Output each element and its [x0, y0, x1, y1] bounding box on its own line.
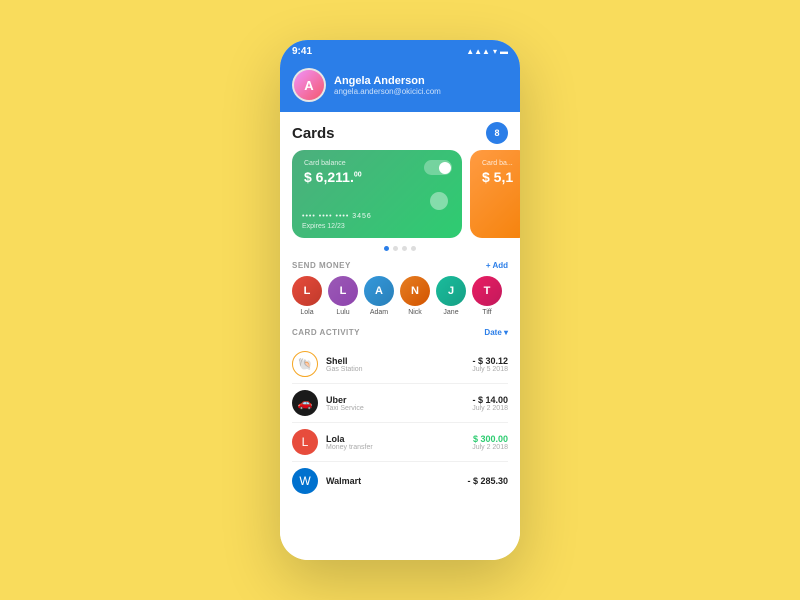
- contact-adam[interactable]: A Adam: [364, 276, 394, 316]
- header-email: angela.anderson@okicici.com: [334, 87, 441, 96]
- contact-avatar: N: [400, 276, 430, 306]
- transaction-row[interactable]: 🐚 Shell Gas Station - $ 30.12 July 5 201…: [280, 345, 520, 383]
- contact-avatar: L: [328, 276, 358, 306]
- contact-avatar: L: [292, 276, 322, 306]
- tx-name: Lola: [326, 434, 464, 444]
- cards-badge[interactable]: 8: [486, 122, 508, 144]
- tx-sub: Taxi Service: [326, 405, 464, 412]
- tx-amount: - $ 30.12: [472, 356, 508, 366]
- avatar-initial: A: [304, 78, 313, 93]
- avatar: A: [292, 68, 326, 102]
- send-money-header: SEND MONEY + Add: [280, 257, 520, 276]
- contact-lola[interactable]: L Lola: [292, 276, 322, 316]
- phone-frame: 9:41 ▲▲▲ ▾ ▬ A Angela Anderson angela.an…: [280, 40, 520, 560]
- contact-tiff[interactable]: T Tiff: [472, 276, 502, 316]
- transaction-row[interactable]: W Walmart - $ 285.30: [280, 462, 520, 500]
- activity-header: CARD ACTIVITY Date ▾: [280, 326, 520, 345]
- contact-avatar: J: [436, 276, 466, 306]
- dot-4: [411, 246, 416, 251]
- cards-title: Cards: [292, 125, 335, 142]
- tx-amount: - $ 14.00: [472, 395, 508, 405]
- tx-info: Walmart: [326, 476, 459, 486]
- battery-icon: ▬: [500, 47, 508, 56]
- contact-avatar: T: [472, 276, 502, 306]
- dot-3: [402, 246, 407, 251]
- tx-right: - $ 285.30: [467, 476, 508, 486]
- card-toggle[interactable]: [424, 160, 452, 175]
- tx-right: - $ 14.00 July 2 2018: [472, 395, 508, 412]
- tx-info: Shell Gas Station: [326, 356, 464, 373]
- tx-name: Uber: [326, 395, 464, 405]
- card-balance-amount-2: $ 5,1: [482, 169, 518, 185]
- header-info: Angela Anderson angela.anderson@okicici.…: [334, 75, 441, 96]
- tx-info: Uber Taxi Service: [326, 395, 464, 412]
- contact-name: Tiff: [482, 309, 491, 316]
- contact-jane[interactable]: J Jane: [436, 276, 466, 316]
- tx-sub: Money transfer: [326, 444, 464, 451]
- tx-name: Walmart: [326, 476, 459, 486]
- status-bar: 9:41 ▲▲▲ ▾ ▬: [280, 40, 520, 62]
- credit-card-green[interactable]: Card balance $ 6,211.00 •••• •••• •••• 3…: [292, 150, 462, 238]
- contact-name: Jane: [443, 309, 458, 316]
- contact-name: Lola: [300, 309, 313, 316]
- add-contact-link[interactable]: + Add: [486, 261, 508, 270]
- tx-icon-walmart: W: [292, 468, 318, 494]
- signal-icon: ▲▲▲: [466, 47, 490, 56]
- contact-name: Nick: [408, 309, 422, 316]
- cards-section-header: Cards 8: [280, 112, 520, 150]
- tx-date: July 2 2018: [472, 405, 508, 412]
- status-time: 9:41: [292, 46, 312, 57]
- card-carousel[interactable]: Card balance $ 6,211.00 •••• •••• •••• 3…: [280, 150, 520, 238]
- tx-amount: $ 300.00: [473, 434, 508, 444]
- contact-nick[interactable]: N Nick: [400, 276, 430, 316]
- contact-avatar: A: [364, 276, 394, 306]
- tx-sub: Gas Station: [326, 366, 464, 373]
- header-name: Angela Anderson: [334, 75, 441, 87]
- tx-info: Lola Money transfer: [326, 434, 464, 451]
- carousel-dots: [280, 238, 520, 257]
- tx-date: July 5 2018: [472, 366, 508, 373]
- tx-amount: - $ 285.30: [467, 476, 508, 486]
- contact-lulu[interactable]: L Lulu: [328, 276, 358, 316]
- tx-icon-lola: L: [292, 429, 318, 455]
- status-icons: ▲▲▲ ▾ ▬: [466, 47, 508, 56]
- date-filter[interactable]: Date ▾: [484, 328, 508, 337]
- transactions-list: 🐚 Shell Gas Station - $ 30.12 July 5 201…: [280, 345, 520, 500]
- send-money-label: SEND MONEY: [292, 261, 351, 270]
- dot-1: [384, 246, 389, 251]
- card-number: •••• •••• •••• 3456: [302, 213, 372, 220]
- tx-right: $ 300.00 July 2 2018: [472, 434, 508, 451]
- tx-right: - $ 30.12 July 5 2018: [472, 356, 508, 373]
- card-chip: [430, 192, 448, 210]
- transaction-row[interactable]: 🚗 Uber Taxi Service - $ 14.00 July 2 201…: [280, 384, 520, 422]
- card-balance-label-2: Card ba...: [482, 160, 518, 167]
- dot-2: [393, 246, 398, 251]
- activity-label: CARD ACTIVITY: [292, 328, 360, 337]
- tx-date: July 2 2018: [472, 444, 508, 451]
- credit-card-orange[interactable]: Card ba... $ 5,1: [470, 150, 520, 238]
- contact-name: Lulu: [336, 309, 349, 316]
- contact-name: Adam: [370, 309, 388, 316]
- tx-name: Shell: [326, 356, 464, 366]
- header: A Angela Anderson angela.anderson@okicic…: [280, 62, 520, 112]
- wifi-icon: ▾: [493, 47, 497, 56]
- contacts-row: L Lola L Lulu A Adam N Nick J Jane: [280, 276, 520, 326]
- tx-icon-uber: 🚗: [292, 390, 318, 416]
- card-expiry: Expires 12/23: [302, 223, 345, 230]
- tx-icon-shell: 🐚: [292, 351, 318, 377]
- transaction-row[interactable]: L Lola Money transfer $ 300.00 July 2 20…: [280, 423, 520, 461]
- content-area: Cards 8 Card balance $ 6,211.00 •••• •••…: [280, 112, 520, 560]
